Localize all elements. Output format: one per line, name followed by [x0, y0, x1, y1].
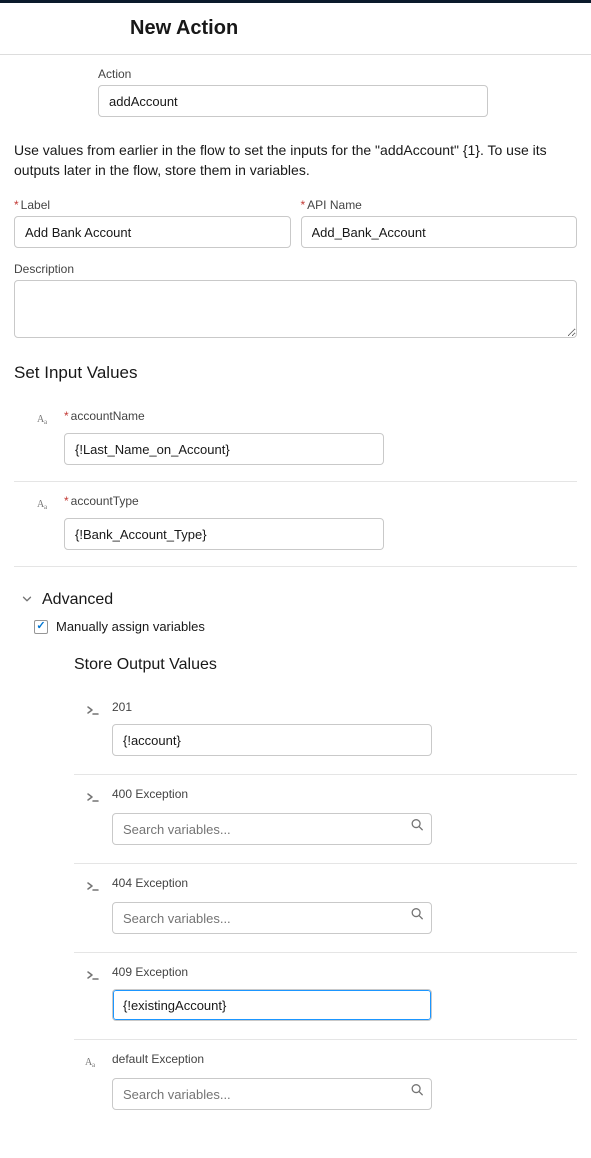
- manually-assign-checkbox[interactable]: [34, 620, 48, 634]
- manually-assign-label: Manually assign variables: [56, 619, 205, 634]
- api-name-field-label: *API Name: [301, 198, 578, 212]
- text-type-icon: Aa: [36, 495, 54, 513]
- svg-text:a: a: [44, 418, 48, 426]
- label-input[interactable]: [14, 216, 291, 248]
- account-name-input[interactable]: [64, 433, 384, 465]
- output-409-input[interactable]: [112, 989, 432, 1021]
- apex-type-icon: [84, 788, 102, 806]
- svg-text:a: a: [44, 503, 48, 511]
- apex-type-icon: [84, 877, 102, 895]
- set-input-values-title: Set Input Values: [14, 363, 577, 383]
- output-param-label: 409 Exception: [112, 965, 567, 979]
- output-param-label: 400 Exception: [112, 787, 567, 801]
- svg-text:a: a: [92, 1061, 96, 1069]
- store-output-values-title: Store Output Values: [74, 656, 577, 674]
- output-404-input[interactable]: [112, 902, 432, 934]
- apex-type-icon: [84, 701, 102, 719]
- advanced-toggle[interactable]: Advanced: [20, 591, 577, 609]
- output-400-input[interactable]: [112, 813, 432, 845]
- output-param-label: 404 Exception: [112, 876, 567, 890]
- output-default-input[interactable]: [112, 1078, 432, 1110]
- output-201-input[interactable]: [112, 724, 432, 756]
- chevron-down-icon: [20, 592, 34, 609]
- action-input[interactable]: [98, 85, 488, 117]
- output-param-label: default Exception: [112, 1052, 567, 1066]
- description-textarea[interactable]: [14, 280, 577, 338]
- text-type-icon: Aa: [84, 1053, 102, 1071]
- instructions-text: Use values from earlier in the flow to s…: [14, 141, 577, 180]
- dialog-header: New Action: [0, 3, 591, 55]
- label-field-label: *Label: [14, 198, 291, 212]
- input-param-label: *accountName: [64, 409, 567, 423]
- action-label: Action: [98, 67, 577, 81]
- output-param-label: 201: [112, 700, 567, 714]
- dialog-title: New Action: [130, 17, 591, 40]
- api-name-input[interactable]: [301, 216, 578, 248]
- account-type-input[interactable]: [64, 518, 384, 550]
- text-type-icon: Aa: [36, 410, 54, 428]
- input-param-label: *accountType: [64, 494, 567, 508]
- apex-type-icon: [84, 966, 102, 984]
- description-field-label: Description: [14, 262, 577, 276]
